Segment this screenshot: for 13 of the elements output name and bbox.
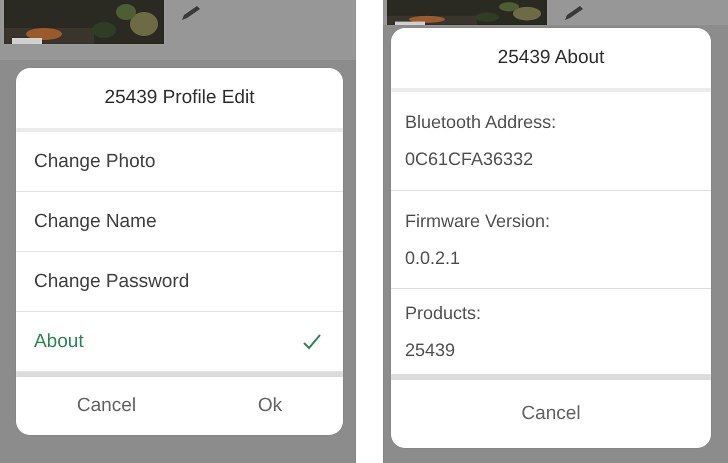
dialog-button[interactable]: Cancel xyxy=(66,391,146,421)
field-label: Firmware Version: xyxy=(405,210,552,232)
checkmark-icon xyxy=(303,334,321,350)
pencil-icon[interactable] xyxy=(180,4,202,22)
dialog-button[interactable]: Ok xyxy=(248,391,292,421)
dialog-button[interactable]: Cancel xyxy=(511,399,591,429)
field-value: 0C61CFA36332 xyxy=(405,149,534,170)
field-value: 0.0.2.1 xyxy=(405,248,462,268)
field-value: 25439 xyxy=(405,340,456,360)
dialog-title: 25439 About xyxy=(391,28,711,92)
field-label: Bluetooth Address: xyxy=(405,112,558,133)
field-label: Products: xyxy=(405,302,482,324)
pencil-icon[interactable] xyxy=(563,4,585,22)
